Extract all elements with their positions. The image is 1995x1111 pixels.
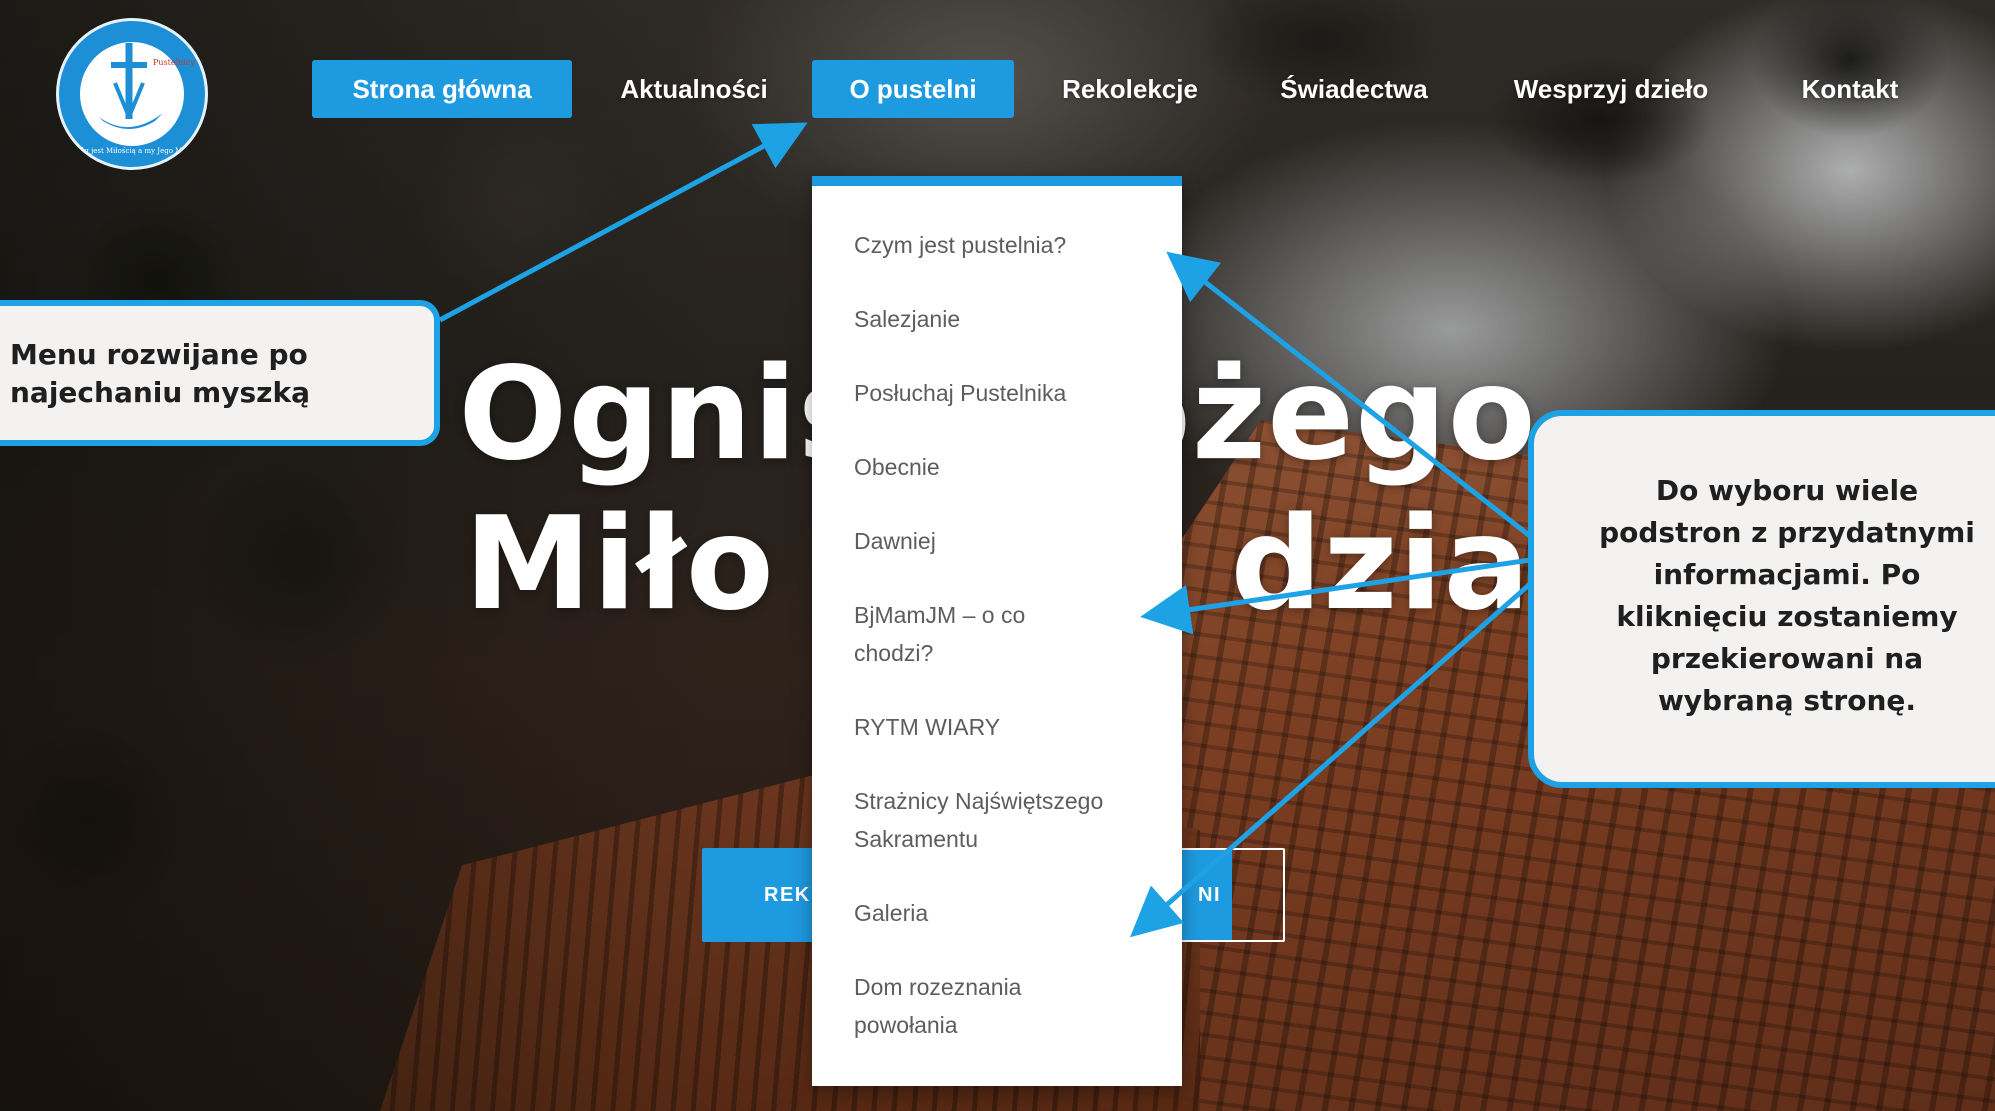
nav-item-contact[interactable]: Kontakt bbox=[1780, 60, 1920, 118]
dropdown-item-currently[interactable]: Obecnie bbox=[854, 448, 1154, 486]
dropdown-item-gallery[interactable]: Galeria bbox=[854, 894, 1154, 932]
logo-ring-text: Bóg jest Miłością a my Jego Miłosierdzie… bbox=[75, 147, 205, 155]
about-dropdown-menu: Czym jest pustelnia? Salezjanie Posłucha… bbox=[812, 176, 1182, 1086]
logo-emblem-icon: Pustelnicy Chrystusa Bóg jest Miłością a… bbox=[75, 42, 205, 155]
dropdown-item-salesians[interactable]: Salezjanie bbox=[854, 300, 1154, 338]
dropdown-item-formerly[interactable]: Dawniej bbox=[854, 522, 1154, 560]
callout-right-line-6: wybraną stronę. bbox=[1657, 684, 1917, 717]
nav-item-retreats[interactable]: Rekolekcje bbox=[1040, 60, 1220, 118]
callout-right-line-5: przekierowani na bbox=[1650, 642, 1924, 675]
dropdown-item-rhythm-of-faith[interactable]: RYTM WIARY bbox=[854, 708, 1154, 746]
dropdown-item-guardians[interactable]: Strażnicy Najświętszego Sakramentu bbox=[854, 782, 1154, 858]
nav-item-testimonies[interactable]: Świadectwa bbox=[1254, 60, 1454, 118]
dropdown-item-bjmamjm[interactable]: BjMamJM – o co chodzi? bbox=[854, 596, 1154, 672]
dropdown-item-vocation-house[interactable]: Dom rozeznania powołania bbox=[854, 968, 1154, 1044]
callout-right-line-4: kliknięciu zostaniemy bbox=[1616, 600, 1958, 633]
svg-text:Pustelnicy Chrystusa: Pustelnicy Chrystusa bbox=[153, 58, 205, 67]
site-logo[interactable]: Pustelnicy Chrystusa Bóg jest Miłością a… bbox=[56, 18, 208, 170]
callout-left-line-2: najechaniu myszką bbox=[10, 376, 310, 409]
dropdown-item-listen-hermit[interactable]: Posłuchaj Pustelnika bbox=[854, 374, 1154, 412]
callout-hover-menu: Menu rozwijane po najechaniu myszką bbox=[0, 300, 440, 446]
callout-right-line-1: Do wyboru wiele bbox=[1655, 474, 1919, 507]
callout-left-line-1: Menu rozwijane po bbox=[10, 338, 308, 371]
callout-subpages: Do wyboru wiele podstron z przydatnymi i… bbox=[1528, 410, 1995, 788]
nav-item-home[interactable]: Strona główna bbox=[312, 60, 572, 118]
nav-item-support[interactable]: Wesprzyj dzieło bbox=[1496, 60, 1726, 118]
nav-item-about[interactable]: O pustelni bbox=[812, 60, 1014, 118]
callout-right-line-2: podstron z przydatnymi bbox=[1599, 516, 1975, 549]
callout-right-line-3: informacjami. Po bbox=[1653, 558, 1921, 591]
nav-item-news[interactable]: Aktualności bbox=[594, 60, 794, 118]
dropdown-item-what-is-hermitage[interactable]: Czym jest pustelnia? bbox=[854, 226, 1154, 264]
